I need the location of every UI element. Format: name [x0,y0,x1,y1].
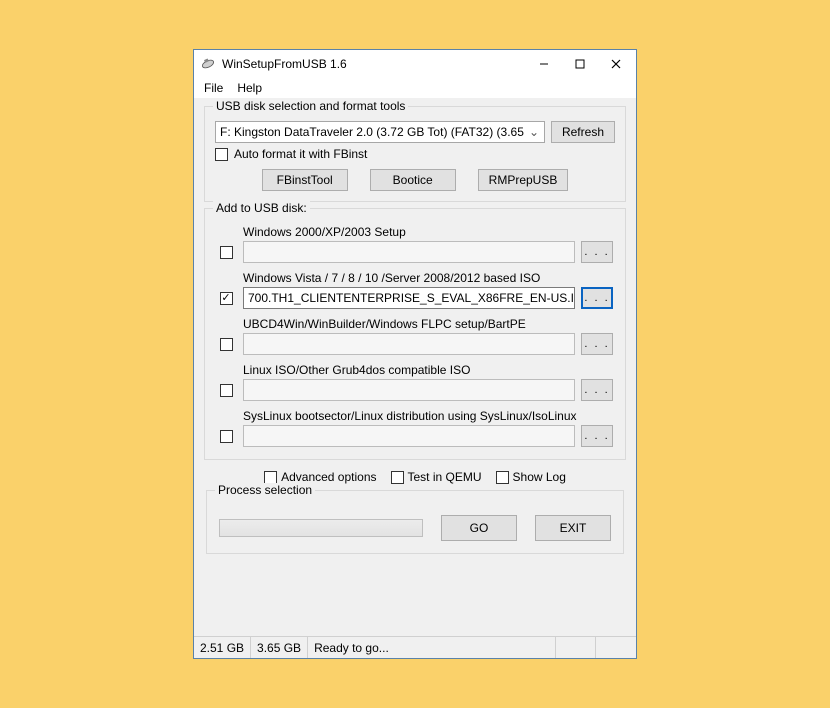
row-checkbox[interactable] [220,338,233,351]
app-window: WinSetupFromUSB 1.6 File Help USB disk s… [193,49,637,659]
row-path[interactable] [243,379,575,401]
window-title: WinSetupFromUSB 1.6 [222,57,526,71]
row-label: Linux ISO/Other Grub4dos compatible ISO [243,363,615,377]
process-group: Process selection GO EXIT [206,490,624,554]
qemu-checkbox[interactable] [391,471,404,484]
row-label: UBCD4Win/WinBuilder/Windows FLPC setup/B… [243,317,615,331]
row-path[interactable] [243,425,575,447]
auto-format-label: Auto format it with FBinst [234,147,367,161]
bootice-button[interactable]: Bootice [370,169,456,191]
close-button[interactable] [598,52,634,76]
row-checkbox[interactable] [220,430,233,443]
progress-bar [219,519,423,537]
browse-button[interactable]: . . . [581,425,613,447]
browse-button[interactable]: . . . [581,333,613,355]
row-path[interactable] [243,333,575,355]
status-size-2: 3.65 GB [251,637,308,658]
usb-app-icon [200,56,216,72]
disk-combo-value: F: Kingston DataTraveler 2.0 (3.72 GB To… [220,125,526,139]
status-message: Ready to go... [308,637,556,658]
disk-combo[interactable]: F: Kingston DataTraveler 2.0 (3.72 GB To… [215,121,545,143]
title-bar: WinSetupFromUSB 1.6 [194,50,636,78]
showlog-label: Show Log [513,470,566,484]
maximize-button[interactable] [562,52,598,76]
auto-format-checkbox[interactable] [215,148,228,161]
disk-selection-group: USB disk selection and format tools F: K… [204,106,626,202]
row-checkbox[interactable] [220,292,233,305]
exit-button[interactable]: EXIT [535,515,611,541]
row-checkbox[interactable] [220,384,233,397]
row-label: Windows Vista / 7 / 8 / 10 /Server 2008/… [243,271,615,285]
menu-help[interactable]: Help [231,79,268,97]
status-spacer-1 [556,637,596,658]
browse-button[interactable]: . . . [581,287,613,309]
row-path[interactable]: 700.TH1_CLIENTENTERPRISE_S_EVAL_X86FRE_E… [243,287,575,309]
browse-button[interactable]: . . . [581,379,613,401]
row-path[interactable] [243,241,575,263]
add-row-vista: Windows Vista / 7 / 8 / 10 /Server 2008/… [215,271,615,309]
showlog-checkbox[interactable] [496,471,509,484]
refresh-button[interactable]: Refresh [551,121,615,143]
lower-area: Advanced options Test in QEMU Show Log P… [204,466,626,554]
process-legend: Process selection [215,483,315,497]
add-row-win2000: Windows 2000/XP/2003 Setup . . . [215,225,615,263]
advanced-label: Advanced options [281,470,376,484]
menu-bar: File Help [194,78,636,98]
status-size-1: 2.51 GB [194,637,251,658]
fbinst-button[interactable]: FBinstTool [262,169,348,191]
row-label: Windows 2000/XP/2003 Setup [243,225,615,239]
chevron-down-icon: ⌄ [526,125,542,139]
menu-file[interactable]: File [198,79,229,97]
status-bar: 2.51 GB 3.65 GB Ready to go... [194,636,636,658]
disk-group-legend: USB disk selection and format tools [213,99,408,113]
client-area: USB disk selection and format tools F: K… [194,98,636,636]
status-spacer-2 [596,637,636,658]
advanced-checkbox[interactable] [264,471,277,484]
qemu-label: Test in QEMU [408,470,482,484]
add-row-ubcd: UBCD4Win/WinBuilder/Windows FLPC setup/B… [215,317,615,355]
add-group-legend: Add to USB disk: [213,201,310,215]
row-label: SysLinux bootsector/Linux distribution u… [243,409,615,423]
add-row-linux-iso: Linux ISO/Other Grub4dos compatible ISO … [215,363,615,401]
rmprep-button[interactable]: RMPrepUSB [478,169,569,191]
add-row-syslinux: SysLinux bootsector/Linux distribution u… [215,409,615,447]
browse-button[interactable]: . . . [581,241,613,263]
row-checkbox[interactable] [220,246,233,259]
minimize-button[interactable] [526,52,562,76]
go-button[interactable]: GO [441,515,517,541]
add-to-usb-group: Add to USB disk: Windows 2000/XP/2003 Se… [204,208,626,460]
